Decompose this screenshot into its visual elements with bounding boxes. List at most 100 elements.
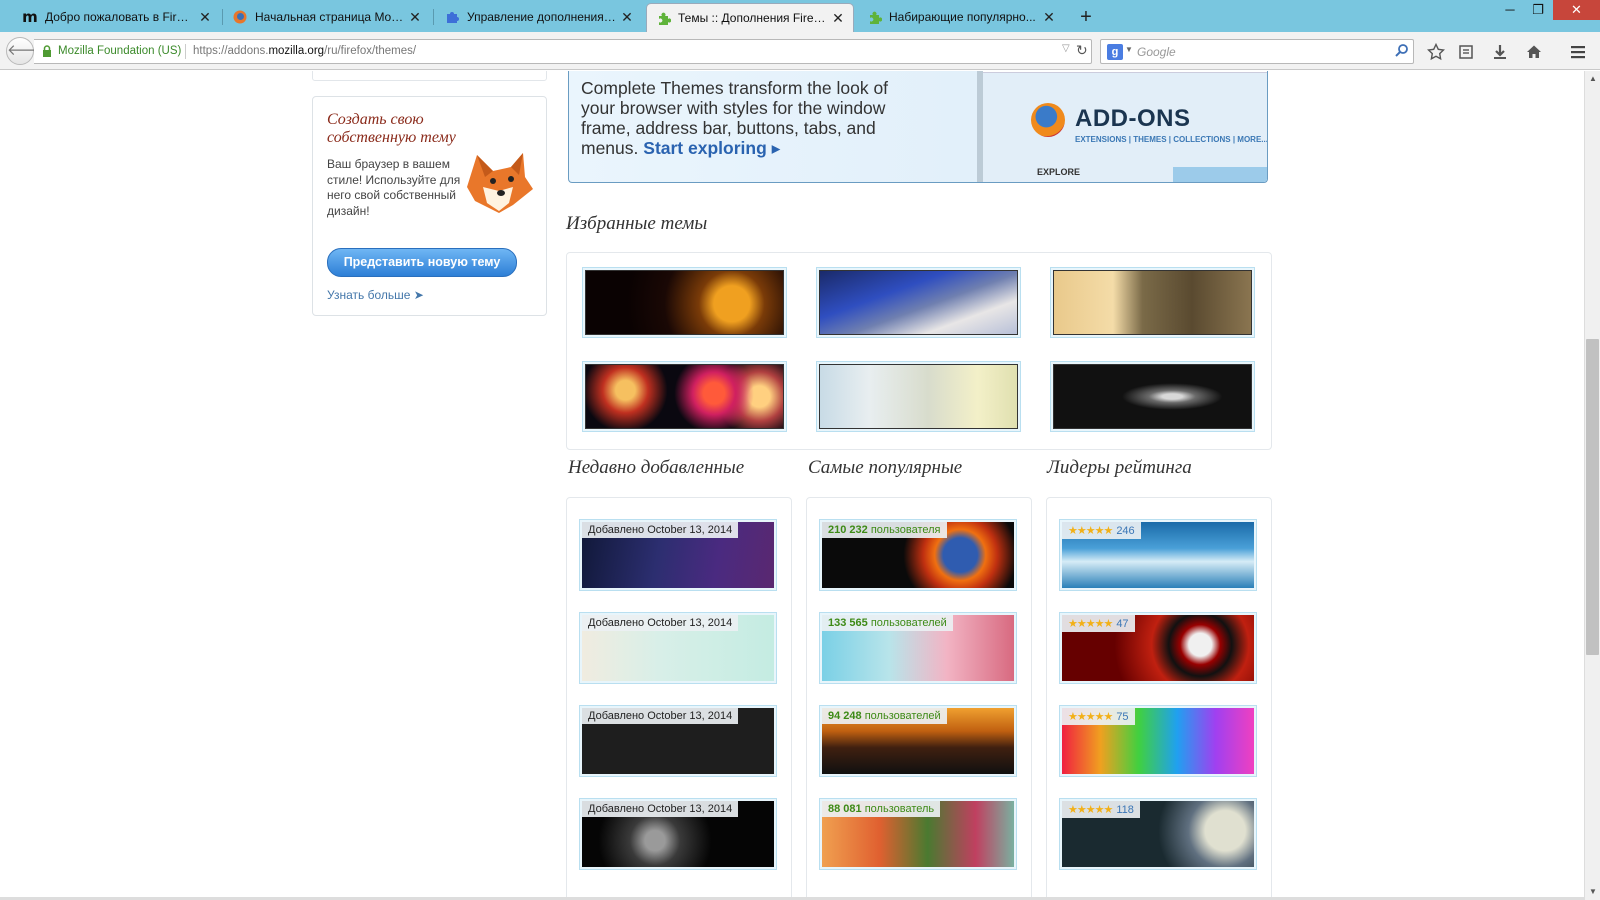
learn-more-link[interactable]: Узнать больше ➤ (327, 288, 424, 302)
create-theme-box: Создать свою собственную тему Ваш браузе… (312, 96, 547, 316)
added-date-label: Добавлено October 13, 2014 (582, 708, 739, 724)
tab-label: Начальная страница Mozi... (255, 10, 404, 24)
user-count-label: 133 565 пользователей (822, 615, 953, 631)
bookmarks-menu-icon[interactable] (1454, 40, 1478, 64)
tab-separator (222, 9, 223, 25)
user-count-label: 210 232 пользователя (822, 522, 947, 538)
explore-label: EXPLORE (1037, 167, 1081, 177)
mozilla-m-icon: m (22, 8, 38, 26)
new-tab-button[interactable]: + (1074, 5, 1098, 29)
scrollbar-thumb[interactable] (1586, 339, 1599, 655)
tab-welcome[interactable]: m Добро пожаловать в Firefox ✕ (14, 3, 220, 31)
close-icon[interactable]: ✕ (620, 9, 634, 26)
restore-button[interactable]: ❐ (1523, 2, 1553, 18)
rating-label: ★★★★★ 47 (1062, 615, 1135, 632)
search-input[interactable]: Google (1137, 45, 1176, 59)
home-icon[interactable] (1522, 40, 1546, 64)
search-icon[interactable] (1394, 43, 1409, 63)
complete-themes-promo: Complete Themes transform the look of yo… (568, 71, 1268, 183)
page-scrollbar[interactable]: ▲ ▼ (1584, 71, 1600, 900)
top-rated-theme-2[interactable]: ★★★★★ 47 (1059, 612, 1257, 684)
close-icon[interactable]: ✕ (408, 9, 422, 26)
page-content: Создать свою собственную тему Ваш браузе… (0, 71, 1584, 900)
tab-trending[interactable]: Набирающие популярно... ✕ (858, 3, 1064, 31)
featured-themes-grid (566, 252, 1272, 450)
minimize-button[interactable]: ─ (1495, 2, 1525, 17)
popular-theme-1[interactable]: 210 232 пользователя (819, 519, 1017, 591)
menu-icon[interactable] (1566, 40, 1590, 64)
top-rated-theme-3[interactable]: ★★★★★ 75 (1059, 705, 1257, 777)
history-dropdown-icon[interactable]: ▽ (1062, 43, 1070, 54)
popular-themes-list: 210 232 пользователя 133 565 пользовател… (806, 497, 1032, 900)
added-date-label: Добавлено October 13, 2014 (582, 522, 739, 538)
featured-theme-owl[interactable] (582, 267, 787, 338)
chevron-down-icon[interactable]: ▼ (1125, 45, 1133, 54)
promo-text: Complete Themes transform the look of yo… (581, 78, 889, 158)
promo-search-bar (1173, 167, 1267, 182)
star-rating-icon: ★★★★★ (1068, 618, 1113, 630)
addon-icon (866, 9, 882, 25)
promo-screenshot-toolbar (983, 71, 1267, 73)
tab-addon-manager[interactable]: Управление дополнениями ✕ (436, 3, 642, 31)
firefox-logo-icon (1031, 103, 1065, 137)
tab-strip: m Добро пожаловать в Firefox ✕ Начальная… (0, 0, 1600, 32)
featured-theme-white-wolf[interactable] (816, 361, 1021, 432)
top-rated-heading: Лидеры рейтинга (1047, 457, 1192, 478)
popular-theme-4[interactable]: 88 081 пользователь (819, 798, 1017, 870)
recent-theme-1[interactable]: Добавлено October 13, 2014 (579, 519, 777, 591)
addons-brand-nav: EXTENSIONS | THEMES | COLLECTIONS | MORE… (1075, 135, 1268, 144)
featured-theme-leaves[interactable] (1050, 361, 1255, 432)
google-engine-icon[interactable]: g (1107, 44, 1123, 60)
tab-separator (433, 9, 434, 25)
recent-theme-3[interactable]: Добавлено October 13, 2014 (579, 705, 777, 777)
search-bar[interactable]: g ▼ Google (1100, 39, 1414, 64)
addons-brand: ADD-ONS (1075, 105, 1191, 132)
submit-new-theme-button[interactable]: Представить новую тему (327, 248, 517, 277)
create-theme-description: Ваш браузер в вашем стиле! Используйте д… (327, 157, 461, 218)
close-icon[interactable]: ✕ (198, 9, 212, 26)
scroll-down-icon[interactable]: ▼ (1585, 884, 1600, 900)
reload-icon[interactable]: ↻ (1076, 42, 1088, 59)
recent-theme-4[interactable]: Добавлено October 13, 2014 (579, 798, 777, 870)
bookmark-star-icon[interactable] (1424, 40, 1448, 64)
tab-themes-active[interactable]: Темы :: Дополнения Firefox ✕ (646, 3, 854, 32)
puzzle-icon (444, 9, 460, 25)
recent-heading: Недавно добавленные (568, 457, 745, 478)
star-rating-icon: ★★★★★ (1068, 711, 1113, 723)
back-button[interactable]: 🡐 (6, 37, 47, 65)
start-exploring-link[interactable]: Start exploring ▸ (643, 138, 780, 158)
featured-theme-vintage-map[interactable] (1050, 267, 1255, 338)
star-rating-icon: ★★★★★ (1068, 525, 1113, 537)
top-rated-theme-1[interactable]: ★★★★★ 246 (1059, 519, 1257, 591)
create-theme-title: Создать свою собственную тему (327, 111, 456, 146)
navigation-toolbar: 🡐 Mozilla Foundation (US) https://addons… (0, 32, 1600, 70)
user-count-label: 88 081 пользователь (822, 801, 941, 817)
rating-label: ★★★★★ 118 (1062, 801, 1140, 818)
featured-theme-night-blossom[interactable] (816, 267, 1021, 338)
url-separator (185, 44, 186, 59)
recent-theme-2[interactable]: Добавлено October 13, 2014 (579, 612, 777, 684)
tab-label: Управление дополнениями (467, 10, 616, 24)
lock-icon[interactable] (42, 45, 52, 60)
addon-icon (655, 10, 671, 26)
featured-theme-fireworks[interactable] (582, 361, 787, 432)
close-icon[interactable]: ✕ (831, 10, 845, 27)
popular-theme-2[interactable]: 133 565 пользователей (819, 612, 1017, 684)
site-identity[interactable]: Mozilla Foundation (US) (58, 45, 181, 57)
rating-label: ★★★★★ 246 (1062, 522, 1141, 539)
url-text[interactable]: https://addons.mozilla.org/ru/firefox/th… (193, 45, 416, 57)
close-icon[interactable]: ✕ (1042, 9, 1056, 26)
download-icon[interactable] (1488, 40, 1512, 64)
tab-start-page[interactable]: Начальная страница Mozi... ✕ (224, 3, 430, 31)
top-rated-themes-list: ★★★★★ 246 ★★★★★ 47 ★★★★★ 75 ★★★★★ 118 (1046, 497, 1272, 900)
sidebar-box-previous (312, 71, 547, 81)
featured-heading: Избранные темы (566, 213, 708, 234)
window-close-button[interactable]: ✕ (1553, 0, 1600, 20)
scroll-up-icon[interactable]: ▲ (1585, 71, 1600, 87)
popular-theme-3[interactable]: 94 248 пользователей (819, 705, 1017, 777)
tab-label: Темы :: Дополнения Firefox (678, 11, 827, 25)
tab-label: Добро пожаловать в Firefox (45, 10, 194, 24)
popular-heading: Самые популярные (808, 457, 963, 478)
url-bar[interactable]: Mozilla Foundation (US) https://addons.m… (34, 39, 1092, 64)
top-rated-theme-4[interactable]: ★★★★★ 118 (1059, 798, 1257, 870)
